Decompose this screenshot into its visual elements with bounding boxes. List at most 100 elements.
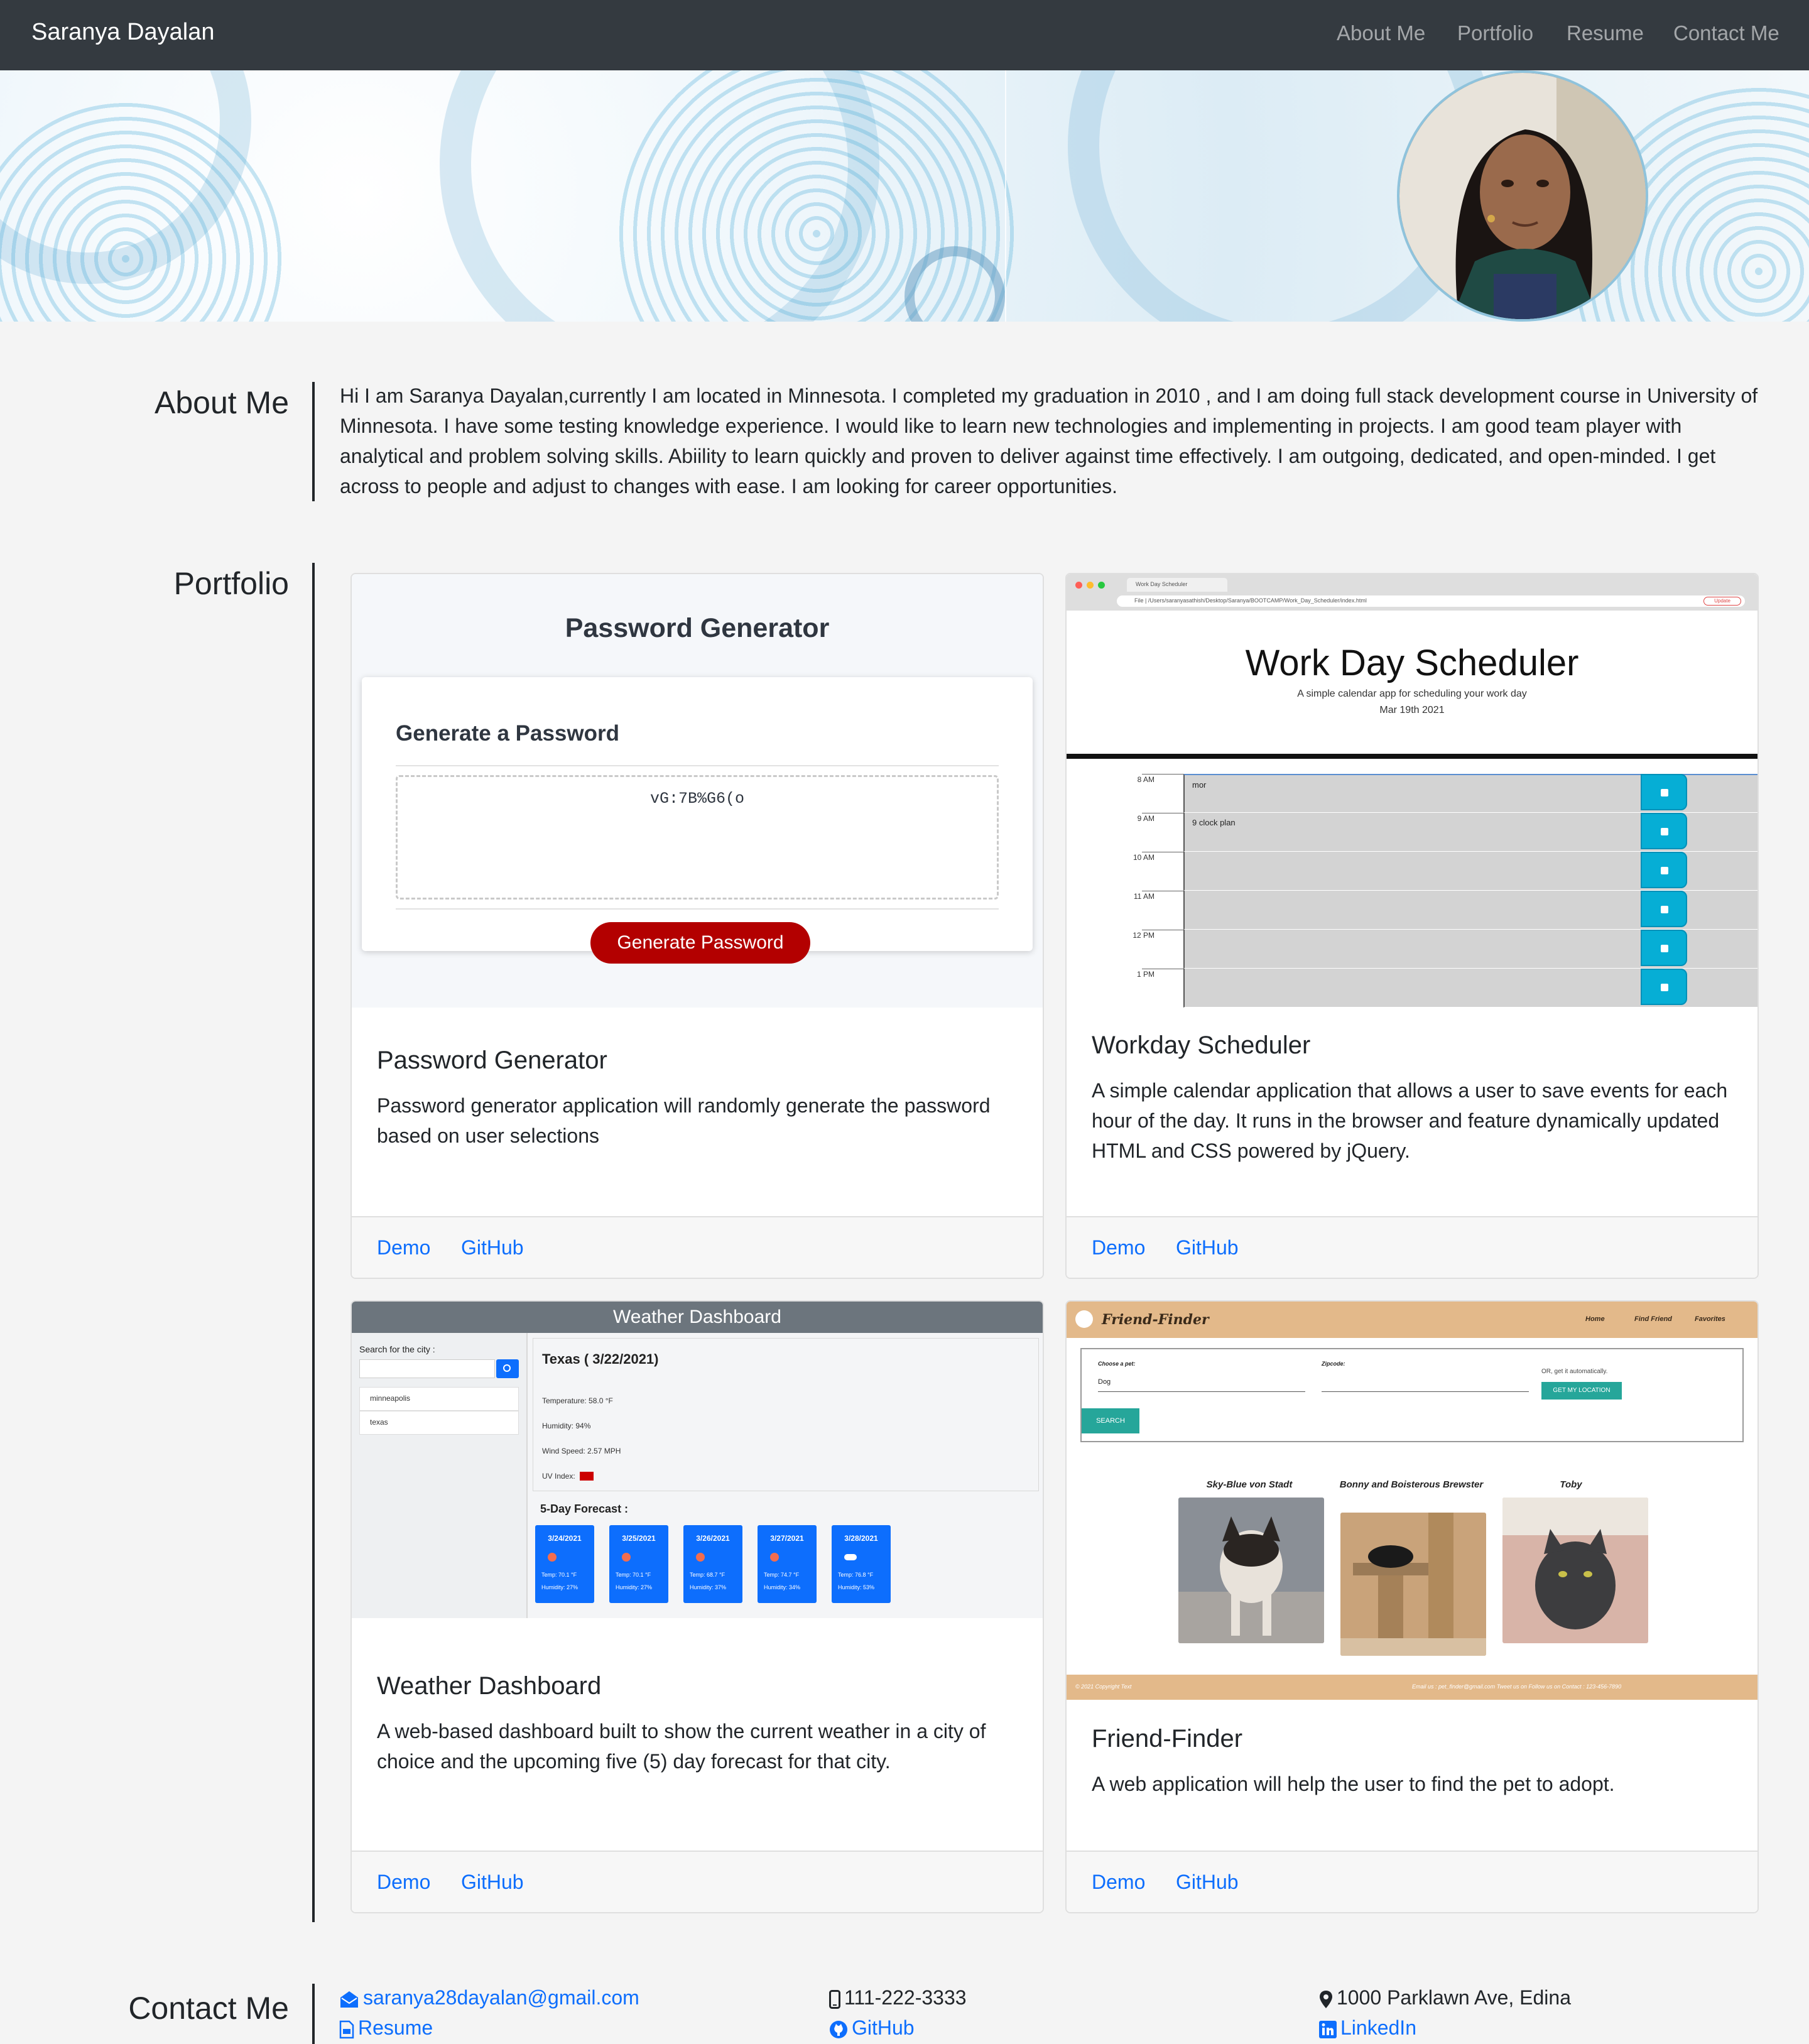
screenshot-search-form: Choose a pet: Dog Zipcode: OR, get it au… [1080, 1348, 1744, 1442]
save-icon [1661, 867, 1668, 874]
forecast-humidity: Humidity: 34% [764, 1584, 801, 1590]
sun-icon [622, 1553, 631, 1562]
project-description: A simple calendar application that allow… [1092, 1079, 1728, 1162]
nav-link-about[interactable]: About Me [1337, 21, 1425, 45]
linkedin-icon [1319, 2020, 1337, 2038]
save-button [1641, 930, 1687, 966]
contact-email-text: saranya28dayalan@gmail.com [363, 1986, 639, 2009]
project-description: A web-based dashboard built to show the … [377, 1720, 986, 1773]
contact-linkedin[interactable]: LinkedIn [1319, 2016, 1416, 2040]
screenshot-password: vG:7B%G6(o [649, 790, 745, 808]
save-icon [1661, 945, 1668, 952]
contact-email[interactable]: saranya28dayalan@gmail.com [339, 1986, 639, 2009]
nav-link-contact[interactable]: Contact Me [1673, 21, 1779, 45]
brand-link[interactable]: Saranya Dayalan [31, 19, 215, 46]
cloud-icon [844, 1554, 857, 1560]
project-card-friend-finder: Friend-Finder Home Find Friend Favorites… [1065, 1300, 1759, 1913]
project-title: Password Generator [377, 1046, 607, 1074]
forecast-card: 3/25/2021 Temp: 70.1 °F Humidity: 27% [609, 1525, 668, 1603]
screenshot-lead: A simple calendar app for scheduling you… [1297, 688, 1527, 699]
github-icon [830, 2020, 847, 2038]
save-button [1641, 774, 1687, 810]
sun-icon [696, 1553, 705, 1562]
forecast-date: 3/27/2021 [770, 1534, 804, 1543]
forecast-temp: Temp: 70.1 °F [616, 1572, 651, 1578]
screenshot-header: Weather Dashboard [352, 1302, 1043, 1333]
hour-label: 12 PM [1133, 931, 1154, 940]
contact-address-text: 1000 Parklawn Ave, Edina [1337, 1986, 1571, 2009]
screenshot-url: File | /Users/saranyasathish/Desktop/Sar… [1134, 597, 1367, 604]
forecast-temp: Temp: 74.7 °F [764, 1572, 800, 1578]
screenshot-header: Friend-Finder Home Find Friend Favorites [1067, 1302, 1757, 1338]
nav-link-portfolio[interactable]: Portfolio [1457, 21, 1533, 45]
contact-resume[interactable]: Resume [339, 2016, 433, 2040]
about-divider [312, 382, 315, 501]
forecast-humidity: Humidity: 53% [838, 1584, 875, 1590]
window-maximize-dot [1098, 582, 1105, 589]
paw-icon [1075, 1310, 1093, 1328]
hour-label: 11 AM [1133, 892, 1154, 901]
screenshot-nav-find: Find Friend [1634, 1315, 1672, 1323]
scheduler-row: 9 AM 9 clock plan [1067, 813, 1757, 852]
project-screenshot-weather-dashboard[interactable]: Weather Dashboard Search for the city : … [352, 1302, 1043, 1618]
contact-divider [312, 1984, 315, 2044]
forecast-date: 3/28/2021 [844, 1534, 878, 1543]
hour-label: 1 PM [1136, 970, 1154, 979]
sun-icon [770, 1553, 779, 1562]
or-text: OR, get it automatically. [1541, 1368, 1608, 1375]
demo-link[interactable]: Demo [377, 1236, 430, 1259]
cat-tower-image [1340, 1513, 1486, 1656]
project-screenshot-friend-finder[interactable]: Friend-Finder Home Find Friend Favorites… [1067, 1302, 1757, 1700]
current-humidity: Humidity: 94% [542, 1422, 591, 1430]
forecast-date: 3/25/2021 [622, 1534, 656, 1543]
pet-photo-cat [1340, 1513, 1486, 1656]
hero-seam [1005, 70, 1006, 322]
contact-github[interactable]: GitHub [829, 2016, 915, 2040]
forecast-humidity: Humidity: 37% [690, 1584, 727, 1590]
sun-icon [548, 1553, 557, 1562]
current-temperature: Temperature: 58.0 °F [542, 1396, 613, 1405]
screenshot-search-button [496, 1359, 519, 1378]
save-button [1641, 891, 1687, 927]
screenshot-divider [1067, 754, 1757, 759]
scheduler-row: 12 PM [1067, 930, 1757, 969]
get-location-button: GET MY LOCATION [1541, 1382, 1622, 1400]
demo-link[interactable]: Demo [1092, 1236, 1145, 1259]
project-card-footer: Demo GitHub [1067, 1851, 1757, 1912]
project-card-footer: Demo GitHub [352, 1216, 1043, 1278]
project-card-footer: Demo GitHub [1067, 1216, 1757, 1278]
project-screenshot-password-generator[interactable]: Password Generator Generate a Password v… [352, 574, 1043, 1008]
github-link[interactable]: GitHub [1176, 1871, 1239, 1894]
screenshot-heading: Work Day Scheduler [1245, 643, 1579, 683]
github-link[interactable]: GitHub [461, 1871, 524, 1894]
screenshot-nav-home: Home [1585, 1315, 1605, 1323]
screenshot-generate-button: Generate Password [590, 922, 810, 964]
demo-link[interactable]: Demo [377, 1871, 430, 1894]
contact-phone: 111-222-3333 [829, 1986, 967, 2009]
forecast-card: 3/26/2021 Temp: 68.7 °F Humidity: 37% [683, 1525, 742, 1603]
project-screenshot-workday-scheduler[interactable]: Work Day Scheduler File | /Users/saranya… [1067, 574, 1757, 1008]
contact-linkedin-text: LinkedIn [1340, 2016, 1416, 2039]
contact-github-text: GitHub [852, 2016, 915, 2039]
screenshot-card: Generate a Password vG:7B%G6(o Generate … [362, 677, 1033, 964]
github-link[interactable]: GitHub [1176, 1236, 1239, 1259]
project-description: A web application will help the user to … [1092, 1773, 1615, 1795]
pet-name: Sky-Blue von Stadt [1206, 1479, 1293, 1490]
hour-label: 8 AM [1137, 775, 1154, 784]
save-button [1641, 969, 1687, 1005]
portfolio-title: Portfolio [173, 566, 289, 601]
hour-text: 9 clock plan [1192, 818, 1236, 827]
forecast-temp: Temp: 70.1 °F [541, 1572, 577, 1578]
screenshot-current-weather: Texas ( 3/22/2021) Temperature: 58.0 °F … [533, 1338, 1039, 1491]
choose-pet-label: Choose a pet: [1098, 1361, 1136, 1367]
github-link[interactable]: GitHub [461, 1236, 524, 1259]
zipcode-label: Zipcode: [1322, 1361, 1345, 1367]
forecast-card: 3/27/2021 Temp: 74.7 °F Humidity: 34% [758, 1525, 817, 1603]
project-card-footer: Demo GitHub [352, 1851, 1043, 1912]
nav-link-resume[interactable]: Resume [1567, 21, 1644, 45]
current-uv: UV Index: [542, 1472, 575, 1481]
pdf-file-icon [339, 2020, 354, 2038]
screenshot-password-area: vG:7B%G6(o [396, 775, 999, 900]
project-card-password-generator: Password Generator Generate a Password v… [350, 573, 1044, 1279]
demo-link[interactable]: Demo [1092, 1871, 1145, 1894]
